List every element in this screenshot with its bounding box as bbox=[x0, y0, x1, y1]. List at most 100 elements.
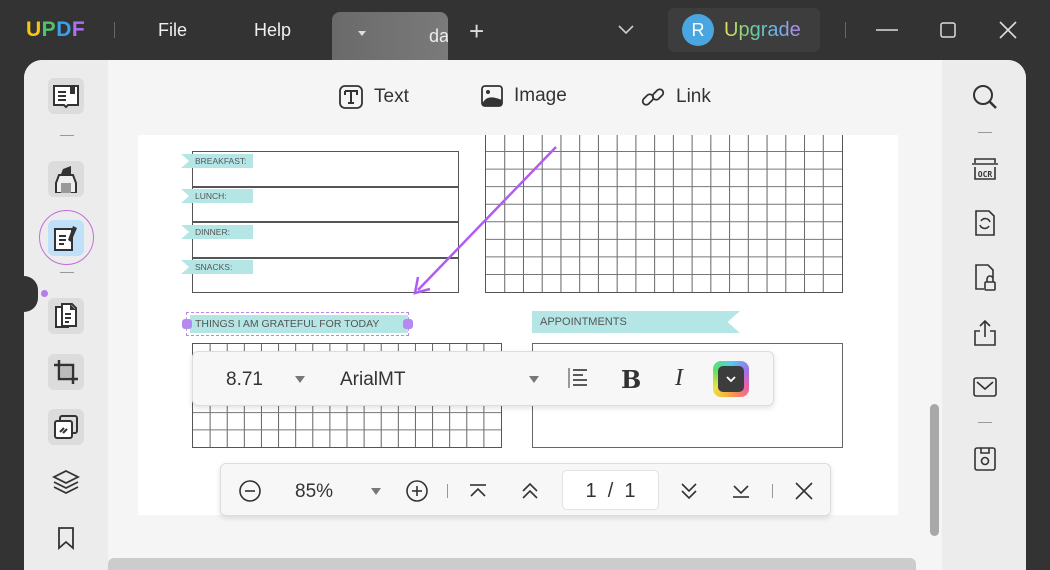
right-sidebar bbox=[942, 60, 1026, 570]
ocr-button[interactable]: OCR bbox=[970, 154, 1000, 184]
new-tab-button[interactable]: + bbox=[469, 18, 484, 44]
zoom-in-icon bbox=[406, 480, 428, 502]
book-icon bbox=[52, 83, 80, 109]
convert-button[interactable] bbox=[48, 409, 84, 445]
email-button[interactable] bbox=[970, 372, 1000, 402]
share-button[interactable] bbox=[970, 318, 1000, 348]
avatar[interactable]: R bbox=[682, 14, 714, 46]
save-button[interactable] bbox=[970, 444, 1000, 474]
previous-page-button[interactable] bbox=[517, 478, 543, 504]
double-chevron-up-icon bbox=[522, 482, 538, 499]
close-navigation-button[interactable] bbox=[791, 478, 817, 504]
tab-dropdown-icon[interactable] bbox=[358, 31, 366, 36]
logo-letter: U bbox=[26, 18, 42, 41]
organize-pages-button[interactable] bbox=[48, 298, 84, 334]
add-image-tool[interactable]: Image bbox=[480, 84, 567, 108]
chevron-down-icon bbox=[726, 376, 736, 383]
divider bbox=[978, 132, 992, 133]
italic-button[interactable]: I bbox=[675, 365, 683, 392]
zoom-in-button[interactable] bbox=[404, 478, 430, 504]
add-text-tool[interactable]: Text bbox=[338, 84, 409, 110]
logo-letter: F bbox=[71, 18, 86, 41]
document-tab[interactable]: da bbox=[332, 12, 448, 62]
minimize-button[interactable] bbox=[876, 28, 898, 32]
text-format-toolbar: 8.71 ArialMT B I bbox=[192, 351, 774, 406]
first-page-icon bbox=[470, 484, 486, 497]
zoom-dropdown-icon[interactable] bbox=[371, 488, 381, 495]
divider bbox=[978, 422, 992, 423]
menu-file[interactable]: File bbox=[158, 20, 187, 41]
image-tool-label: Image bbox=[514, 85, 567, 106]
convert-icon bbox=[52, 413, 80, 441]
file-lock-icon bbox=[975, 264, 996, 291]
zoom-out-button[interactable] bbox=[237, 478, 263, 504]
comment-button[interactable] bbox=[48, 161, 84, 197]
add-link-tool[interactable]: Link bbox=[640, 84, 711, 110]
bold-button[interactable]: B bbox=[621, 365, 641, 394]
last-page-icon bbox=[733, 485, 749, 498]
close-icon bbox=[795, 482, 813, 500]
text-color-button[interactable] bbox=[713, 361, 749, 397]
vertical-scrollbar[interactable] bbox=[930, 404, 939, 536]
share-icon bbox=[974, 319, 996, 346]
font-family-value[interactable]: ArialMT bbox=[340, 369, 405, 391]
double-chevron-down-icon bbox=[681, 483, 697, 500]
mail-icon bbox=[973, 377, 997, 397]
color-swatch bbox=[718, 366, 744, 392]
bookmark-icon bbox=[57, 526, 75, 550]
first-page-button[interactable] bbox=[465, 478, 491, 504]
text-tool-label: Text bbox=[374, 86, 409, 107]
divider bbox=[114, 22, 115, 38]
font-size-dropdown-icon[interactable] bbox=[295, 376, 305, 383]
link-tool-label: Link bbox=[676, 86, 711, 107]
logo-letter: P bbox=[41, 18, 57, 41]
font-family-dropdown-icon[interactable] bbox=[529, 376, 539, 383]
horizontal-scrollbar[interactable] bbox=[108, 558, 916, 570]
crop-button[interactable] bbox=[48, 354, 84, 390]
layers-button[interactable] bbox=[48, 464, 84, 500]
last-page-button[interactable] bbox=[728, 478, 754, 504]
bookmark-button[interactable] bbox=[48, 520, 84, 556]
page-number-input[interactable]: 1 / 1 bbox=[562, 470, 659, 510]
zoom-out-icon bbox=[239, 480, 261, 502]
image-tool-icon bbox=[480, 84, 504, 108]
divider bbox=[845, 22, 846, 38]
updf-logo: UPDF bbox=[26, 18, 85, 42]
tab-title: da bbox=[429, 26, 448, 46]
next-page-button[interactable] bbox=[676, 478, 702, 504]
close-button[interactable] bbox=[999, 21, 1017, 39]
protect-button[interactable] bbox=[970, 263, 1000, 293]
title-bar: UPDF File Help da + R Upgrade bbox=[0, 0, 1050, 62]
tab-list-chevron-icon[interactable] bbox=[617, 24, 635, 36]
divider bbox=[772, 484, 773, 498]
zoom-level[interactable]: 85% bbox=[295, 481, 333, 503]
pdf-page: BREAKFAST: LUNCH: DINNER: SNACKS: THINGS… bbox=[138, 135, 898, 515]
edit-document-icon bbox=[52, 224, 80, 252]
pages-icon bbox=[53, 302, 79, 330]
link-icon bbox=[640, 84, 666, 110]
search-button[interactable] bbox=[970, 82, 1000, 112]
search-icon bbox=[973, 85, 997, 109]
divider bbox=[60, 135, 74, 136]
convert-file-button[interactable] bbox=[970, 208, 1000, 238]
divider bbox=[447, 484, 448, 498]
text-tool-icon bbox=[338, 84, 364, 110]
arrow-annotation[interactable] bbox=[138, 135, 898, 515]
font-size-value[interactable]: 8.71 bbox=[226, 369, 263, 391]
edit-pdf-button[interactable] bbox=[48, 220, 84, 256]
upgrade-button[interactable]: R Upgrade bbox=[668, 8, 820, 52]
divider bbox=[60, 272, 74, 273]
save-icon bbox=[974, 447, 996, 471]
maximize-button[interactable] bbox=[940, 22, 956, 38]
file-convert-icon bbox=[975, 210, 995, 236]
reader-button[interactable] bbox=[48, 78, 84, 114]
layers-icon bbox=[52, 469, 80, 495]
upgrade-label: Upgrade bbox=[724, 19, 801, 41]
logo-letter: D bbox=[56, 18, 72, 41]
align-left-icon bbox=[567, 367, 589, 389]
menu-help[interactable]: Help bbox=[254, 20, 291, 41]
updf-window: UPDF File Help da + R Upgrade Text Image… bbox=[0, 0, 1050, 570]
active-indicator bbox=[41, 290, 48, 297]
align-left-button[interactable] bbox=[567, 367, 589, 389]
page-navigation-toolbar: 85% 1 / 1 bbox=[220, 463, 831, 516]
